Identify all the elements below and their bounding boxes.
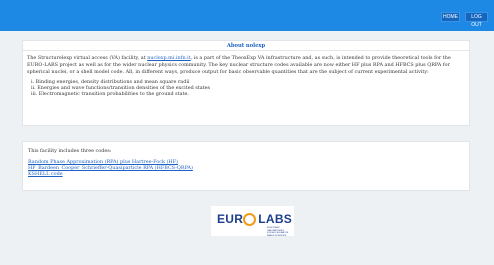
logo-subtitle: EUROPEAN LABORATORIES FOR ACCELERATOR BA… bbox=[267, 227, 289, 237]
codes-card-body: This facility includes three codes: Rand… bbox=[23, 142, 469, 184]
codes-card: This facility includes three codes: Rand… bbox=[22, 141, 470, 191]
home-button[interactable]: HOME bbox=[441, 12, 460, 22]
top-navbar: HOME LOG OUT bbox=[0, 0, 494, 31]
codes-intro: This facility includes three codes: bbox=[28, 148, 112, 154]
about-card-body: The Structurelexp virtual access (VA) fa… bbox=[23, 51, 469, 102]
about-intro-text: The Structurelexp virtual access (VA) fa… bbox=[27, 55, 148, 61]
about-card-title: About nolexp bbox=[23, 41, 469, 51]
observables-list: i. Binding energies, density distributio… bbox=[27, 79, 465, 98]
about-intro-paragraph: The Structurelexp virtual access (VA) fa… bbox=[27, 55, 465, 76]
about-card: About nolexp The Structurelexp virtual a… bbox=[22, 40, 470, 126]
euro-labs-logo: EUR LABS EUROPEAN LABORATORIES FOR ACCELE… bbox=[211, 206, 294, 237]
logo-ring-icon bbox=[243, 213, 256, 226]
list-item: iii. Electromagnetic transition probabil… bbox=[31, 91, 189, 98]
nuclexp-link[interactable]: nuclexp.mi.infn.it bbox=[147, 55, 190, 61]
codes-list: Random Phase Approximation (RPA) plus Ha… bbox=[28, 159, 464, 178]
code-link-kshell[interactable]: KSHELL code bbox=[28, 171, 464, 177]
logout-button[interactable]: LOG OUT bbox=[465, 12, 488, 28]
